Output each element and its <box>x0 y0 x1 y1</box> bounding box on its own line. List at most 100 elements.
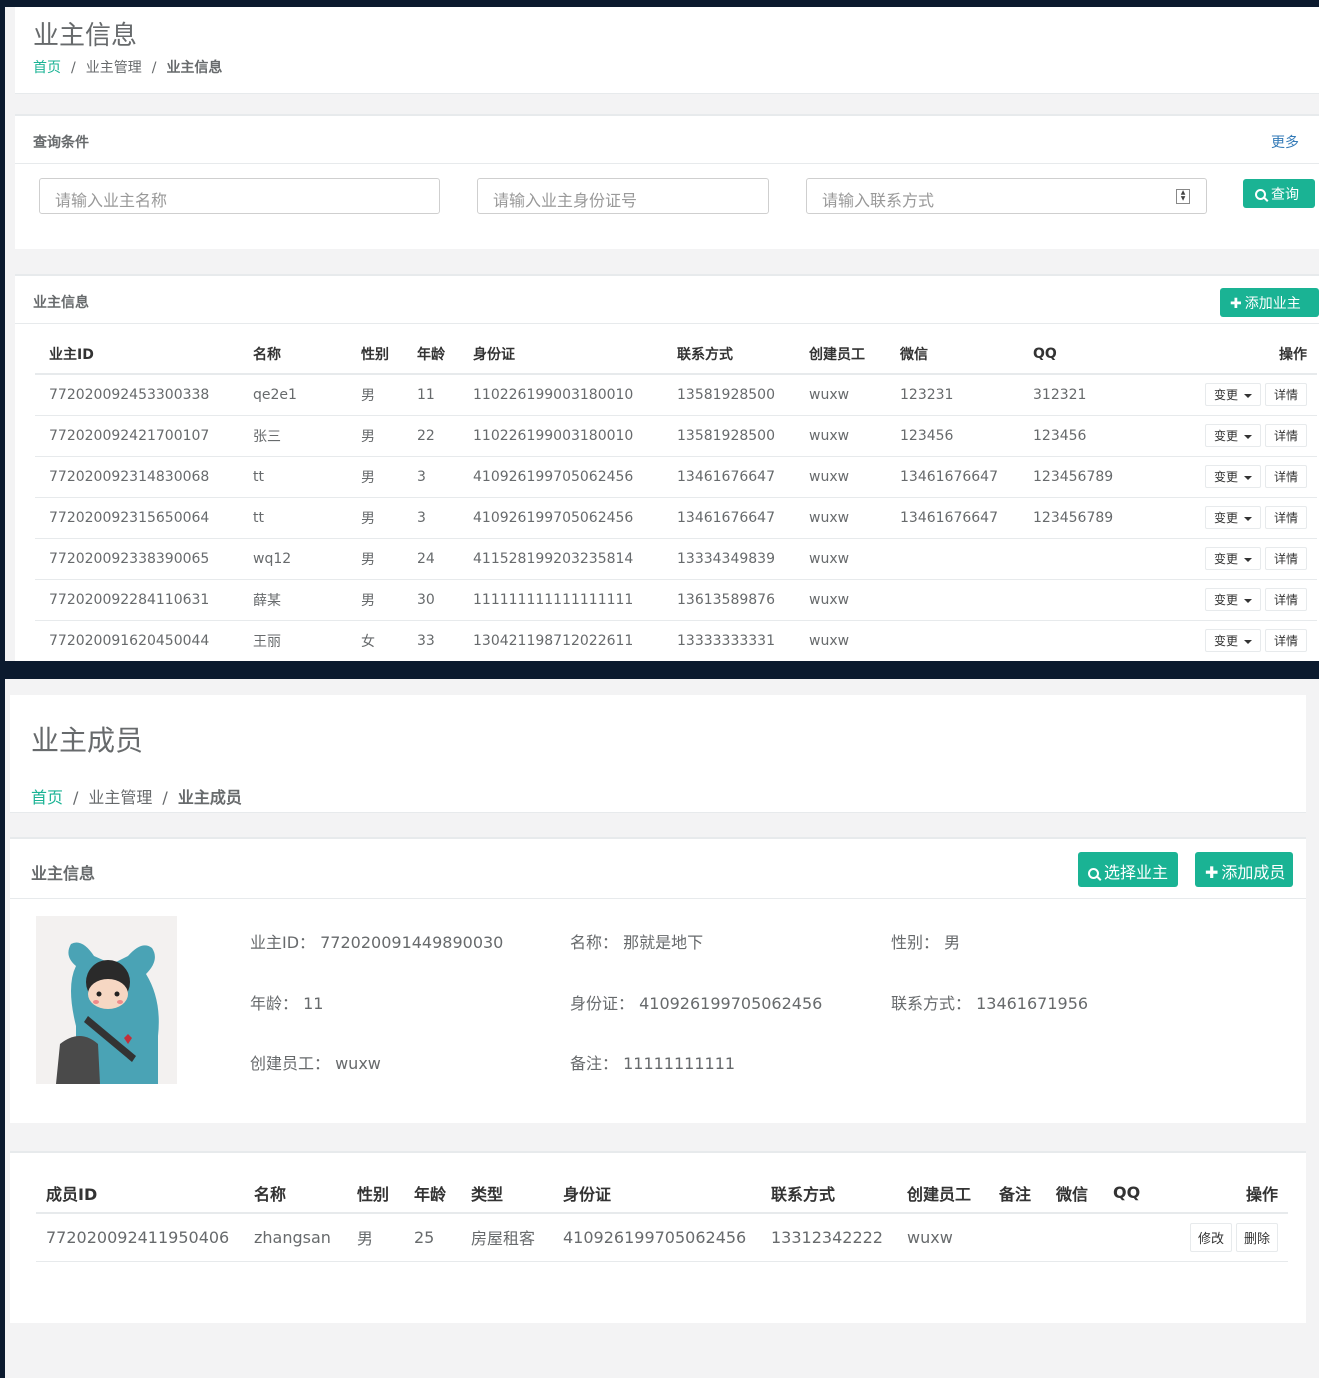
table-cell: wuxw <box>795 579 886 621</box>
table-cell <box>1019 620 1169 661</box>
table-cell: 123456789 <box>1019 456 1169 498</box>
change-dropdown-button[interactable]: 变更 <box>1204 588 1261 611</box>
detail-button[interactable]: 详情 <box>1264 506 1307 529</box>
detail-button[interactable]: 详情 <box>1264 629 1307 652</box>
change-dropdown-button[interactable]: 变更 <box>1204 629 1261 652</box>
table-cell: 123231 <box>886 374 1019 416</box>
select-owner-button[interactable]: 选择业主 <box>1078 852 1178 887</box>
owner-table-header: 业主ID 名称 性别 年龄 身份证 联系方式 创建员工 微信 QQ 操作 <box>35 334 1317 375</box>
table-cell: wuxw <box>795 374 886 416</box>
table-cell: 772020092314830068 <box>35 456 239 498</box>
column-header: 创建员工 <box>897 1173 989 1214</box>
change-dropdown-button[interactable]: 变更 <box>1204 465 1261 488</box>
owner-table: 业主ID 名称 性别 年龄 身份证 联系方式 创建员工 微信 QQ 操作 772020092453… <box>35 334 1317 661</box>
column-header: 性别 <box>347 1173 404 1214</box>
column-header: 创建员工 <box>795 334 886 375</box>
table-cell: 3 <box>403 497 459 539</box>
table-cell: 123456 <box>886 415 1019 457</box>
column-header: 年龄 <box>404 1173 461 1214</box>
breadcrumb-separator: / <box>151 60 157 76</box>
member-list-panel: 成员ID 名称 性别 年龄 类型 身份证 联系方式 创建员工 备注 微信 QQ 操作 77202009… <box>10 1151 1306 1323</box>
table-cell: 22 <box>403 415 459 457</box>
table-cell: zhangsan <box>244 1213 347 1262</box>
select-owner-label: 选择业主 <box>1104 863 1169 882</box>
owner-name-input[interactable]: 请输入业主名称 <box>39 178 440 214</box>
breadcrumb-current: 业主成员 <box>177 788 242 807</box>
column-header: 成员ID <box>36 1173 244 1214</box>
table-cell: wuxw <box>795 497 886 539</box>
row-actions: 变更 详情 <box>1169 497 1317 539</box>
detail-button[interactable]: 详情 <box>1264 465 1307 488</box>
owner-list-header: 业主信息 ✚ 添加业主 <box>15 276 1319 324</box>
more-link[interactable]: 更多 <box>1271 132 1299 152</box>
table-cell: 410926199705062456 <box>459 456 663 498</box>
table-cell: 女 <box>347 620 403 661</box>
column-header: 业主ID <box>35 334 239 375</box>
detail-button[interactable]: 详情 <box>1264 424 1307 447</box>
caret-down-icon <box>1243 475 1252 480</box>
change-dropdown-button[interactable]: 变更 <box>1204 424 1261 447</box>
table-row: 772020092453300338 qe2e1 男 11 11022619900318… <box>35 374 1317 416</box>
owner-list-title: 业主信息 <box>33 295 89 311</box>
table-cell: 110226199003180010 <box>459 415 663 457</box>
table-cell: 男 <box>347 456 403 498</box>
table-cell: 薛某 <box>239 579 347 621</box>
table-cell: 123456 <box>1019 415 1169 457</box>
edit-button[interactable]: 修改 <box>1189 1222 1232 1252</box>
owner-card: 业主信息 选择业主 ✚ 添加成员 业主ID： 772020091449890030… <box>10 837 1306 1123</box>
add-owner-label: 添加业主 <box>1244 296 1301 312</box>
table-cell: 男 <box>347 538 403 580</box>
search-icon <box>1255 189 1266 200</box>
table-cell <box>1019 579 1169 621</box>
add-owner-button[interactable]: ✚ 添加业主 <box>1220 288 1319 317</box>
owner-list-panel: 业主信息 ✚ 添加业主 业主ID 名称 性别 年龄 身份证 联系方式 创建员工 微信 QQ 操作 7… <box>15 274 1319 661</box>
add-member-button[interactable]: ✚ 添加成员 <box>1195 852 1293 887</box>
table-cell: 772020092453300338 <box>35 374 239 416</box>
change-label: 变更 <box>1213 388 1238 403</box>
add-member-label: 添加成员 <box>1221 863 1286 882</box>
table-row: 772020092284110631 薛某男 30 11111111111111111… <box>35 579 1317 621</box>
spinner-icon[interactable]: ▲ ▼ <box>1176 189 1190 204</box>
detail-button[interactable]: 详情 <box>1264 547 1307 570</box>
table-cell: 110226199003180010 <box>459 374 663 416</box>
breadcrumb-home[interactable]: 首页 <box>31 788 63 807</box>
table-cell: 13613589876 <box>663 579 795 621</box>
delete-button[interactable]: 删除 <box>1235 1222 1278 1252</box>
table-cell: 772020092284110631 <box>35 579 239 621</box>
column-header: 类型 <box>461 1173 553 1214</box>
table-cell: 13334349839 <box>663 538 795 580</box>
detail-button[interactable]: 详情 <box>1264 383 1307 407</box>
table-cell: 123456789 <box>1019 497 1169 539</box>
breadcrumb-owner-management[interactable]: 业主管理 <box>88 788 152 807</box>
search-button[interactable]: 查询 <box>1243 179 1315 208</box>
table-cell: 3 <box>403 456 459 498</box>
page-heading: 业主信息 首页 / 业主管理 / 业主信息 <box>15 7 1319 94</box>
plus-icon: ✚ <box>1230 296 1242 312</box>
caret-down-icon <box>1243 516 1252 521</box>
column-header: 微信 <box>1046 1173 1103 1214</box>
owner-id-card-input[interactable]: 请输入业主身份证号 <box>477 178 769 214</box>
table-cell: tt <box>239 497 347 539</box>
caret-down-icon <box>1243 393 1252 398</box>
table-cell: 男 <box>347 579 403 621</box>
table-row: 772020092338390065 wq12 男 24 411528199203235… <box>35 538 1317 580</box>
table-cell: 13461676647 <box>886 497 1019 539</box>
change-dropdown-button[interactable]: 变更 <box>1204 506 1261 529</box>
table-cell: 111111111111111111 <box>459 579 663 621</box>
table-cell: 男 <box>347 1213 404 1262</box>
change-label: 变更 <box>1213 593 1238 607</box>
breadcrumb-home[interactable]: 首页 <box>33 60 61 76</box>
table-cell: 410926199705062456 <box>553 1213 761 1262</box>
change-dropdown-button[interactable]: 变更 <box>1204 383 1261 407</box>
owner-phone-input[interactable]: 请输入联系方式 ▲ ▼ <box>806 178 1207 214</box>
table-cell: 13461676647 <box>886 456 1019 498</box>
column-header: 操作 <box>1169 334 1317 375</box>
owner-remark-field: 备注： 11111111111 <box>570 1054 736 1073</box>
owner-age-field: 年龄： 11 <box>250 994 324 1013</box>
detail-button[interactable]: 详情 <box>1264 588 1307 611</box>
breadcrumb-owner-management[interactable]: 业主管理 <box>86 60 142 76</box>
table-cell <box>886 538 1019 580</box>
change-dropdown-button[interactable]: 变更 <box>1204 547 1261 570</box>
owner-id-card-placeholder: 请输入业主身份证号 <box>493 191 638 210</box>
table-row: 772020092411950406 zhangsan 男 25 房屋租客 4109261… <box>36 1213 1288 1262</box>
